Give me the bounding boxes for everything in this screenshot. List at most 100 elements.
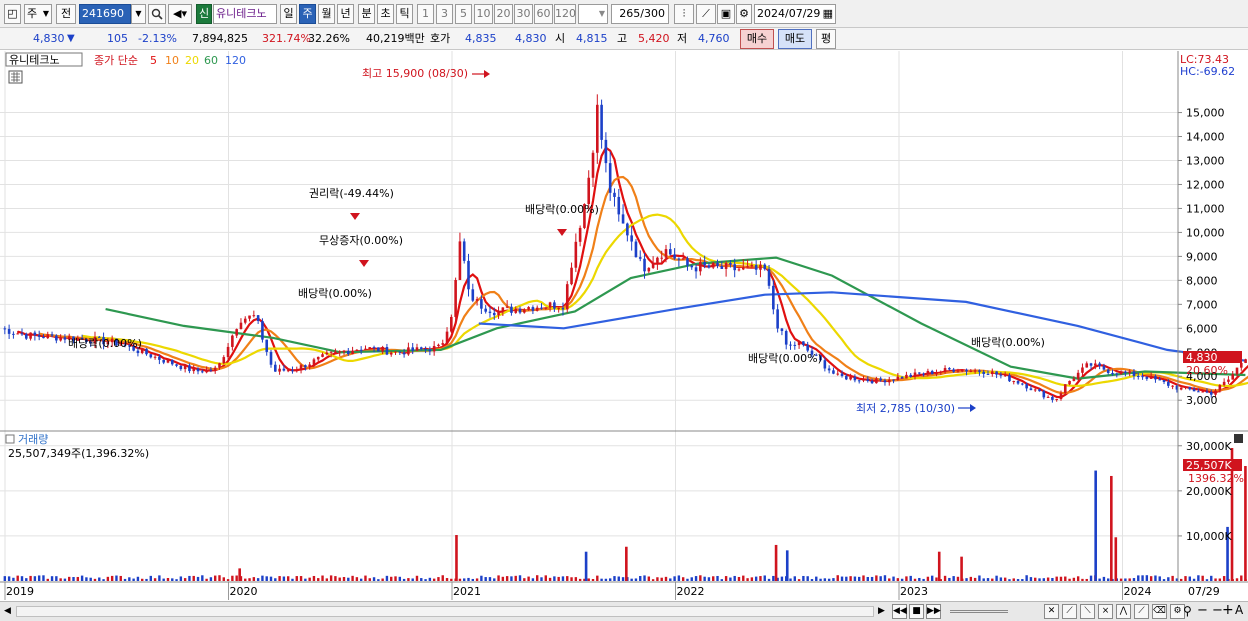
eraser-icon[interactable]: ⌫ bbox=[1152, 604, 1167, 619]
interval-custom-select[interactable]: ▼ bbox=[578, 4, 608, 24]
horizontal-scrollbar[interactable] bbox=[16, 606, 874, 617]
period-month-button[interactable]: 월 bbox=[318, 4, 335, 24]
price-tick-label: 10,000 bbox=[1186, 226, 1225, 239]
calendar-icon[interactable]: ▦ bbox=[823, 5, 833, 23]
draw-trend-icon[interactable]: ⟍ bbox=[1080, 604, 1095, 619]
candle-body bbox=[158, 356, 161, 360]
annotation-dividend-2024: 배당락(0.00%) bbox=[971, 336, 1045, 349]
volume-bar bbox=[759, 576, 762, 581]
stock-name-field[interactable]: 유니테크노 bbox=[213, 4, 277, 24]
volume-bar bbox=[1149, 576, 1153, 581]
interval-3-button[interactable]: 3 bbox=[436, 4, 453, 24]
period-minute-button[interactable]: 분 bbox=[358, 4, 375, 24]
volume-bar bbox=[647, 576, 651, 581]
draw-text-icon[interactable]: ⟋ bbox=[1134, 604, 1149, 619]
candle-body bbox=[518, 308, 522, 313]
volume-bar bbox=[613, 576, 616, 581]
zoom-search-icon[interactable]: ⚲ bbox=[1183, 604, 1192, 618]
stop-icon[interactable]: ■ bbox=[909, 604, 924, 619]
evaluate-button[interactable]: 평 bbox=[816, 29, 836, 49]
market-button[interactable]: 전 bbox=[56, 4, 76, 24]
volume-bar bbox=[651, 579, 655, 581]
volume-panel-toggle-icon[interactable] bbox=[5, 434, 15, 444]
rewind-icon[interactable]: ◀◀ bbox=[892, 604, 907, 619]
candle-body bbox=[630, 235, 633, 242]
volume-bar bbox=[587, 578, 590, 581]
draw-fib-icon[interactable]: ⨯ bbox=[1098, 604, 1113, 619]
volume-bar bbox=[969, 576, 973, 581]
candle-body bbox=[342, 351, 346, 353]
candle-type-icon[interactable]: ⫶ bbox=[674, 4, 694, 24]
candle-body bbox=[578, 227, 582, 242]
search-icon[interactable] bbox=[148, 4, 166, 24]
candle-body bbox=[553, 302, 556, 309]
volume-bar bbox=[892, 576, 895, 581]
fast-forward-icon[interactable]: ▶▶ bbox=[926, 604, 941, 619]
interval-20-button[interactable]: 20 bbox=[494, 4, 513, 24]
crosshair-icon[interactable]: ✕ bbox=[1044, 604, 1059, 619]
period-week-button[interactable]: 주 bbox=[299, 4, 316, 24]
zoom-out-icon[interactable]: − bbox=[1197, 603, 1208, 618]
interval-10-button[interactable]: 10 bbox=[474, 4, 493, 24]
volume-bar bbox=[115, 575, 118, 581]
save-icon[interactable]: ▣ bbox=[717, 4, 735, 24]
zoom-in-icon[interactable]: + bbox=[1222, 602, 1234, 618]
date-field[interactable]: 2024/07/29 ▦ bbox=[754, 4, 836, 24]
candle-body bbox=[209, 369, 213, 371]
candle-body bbox=[746, 266, 749, 268]
period-tick-button[interactable]: 틱 bbox=[396, 4, 413, 24]
volume-panel-close-icon[interactable] bbox=[1234, 434, 1243, 443]
volume-bar bbox=[913, 578, 917, 581]
candle-body bbox=[42, 336, 45, 339]
interval-5-button[interactable]: 5 bbox=[455, 4, 472, 24]
draw-channel-icon[interactable]: ⋀ bbox=[1116, 604, 1131, 619]
interval-30-button[interactable]: 30 bbox=[514, 4, 533, 24]
volume-bar bbox=[299, 576, 303, 581]
volume-bar bbox=[1137, 575, 1140, 581]
scroll-right-icon[interactable]: ▶ bbox=[878, 606, 885, 616]
stock-code-input[interactable]: 241690 bbox=[79, 4, 131, 24]
volume-bar bbox=[596, 575, 599, 581]
scroll-left-icon[interactable]: ◀ bbox=[4, 606, 11, 616]
volume-bar bbox=[291, 578, 294, 581]
gear-icon[interactable]: ⚙ bbox=[736, 4, 752, 24]
candle-body bbox=[527, 307, 530, 310]
volume-spike-bar bbox=[1110, 475, 1113, 581]
mode-select[interactable]: 주 ▼ bbox=[24, 4, 52, 24]
bar-count-field[interactable]: 265/300 bbox=[611, 4, 669, 24]
volume-bar bbox=[209, 577, 213, 581]
line-tool-icon[interactable]: ⟋ bbox=[696, 4, 716, 24]
volume-bar bbox=[1222, 576, 1226, 581]
volume-bar bbox=[368, 578, 371, 581]
period-year-button[interactable]: 년 bbox=[337, 4, 354, 24]
interval-1-button[interactable]: 1 bbox=[417, 4, 434, 24]
sell-button[interactable]: 매도 bbox=[778, 29, 812, 49]
draw-line-icon[interactable]: ⟋ bbox=[1062, 604, 1077, 619]
price-tick-label: 8,000 bbox=[1186, 274, 1218, 287]
candle-body bbox=[166, 359, 170, 363]
candle-body bbox=[505, 306, 509, 308]
period-second-button[interactable]: 초 bbox=[377, 4, 394, 24]
candle-body bbox=[162, 359, 165, 363]
auto-scale-icon[interactable]: A bbox=[1235, 603, 1243, 617]
speed-slider[interactable] bbox=[950, 610, 1008, 613]
volume-bar bbox=[746, 578, 749, 581]
volume-bar bbox=[1235, 578, 1239, 581]
interval-60-button[interactable]: 60 bbox=[534, 4, 553, 24]
candle-body bbox=[346, 351, 350, 355]
candle-body bbox=[1012, 381, 1016, 383]
period-day-button[interactable]: 일 bbox=[280, 4, 297, 24]
buy-button[interactable]: 매수 bbox=[740, 29, 774, 49]
code-dropdown-icon[interactable]: ▼ bbox=[131, 4, 146, 24]
candle-body bbox=[707, 265, 711, 268]
volume-bar bbox=[1184, 576, 1187, 581]
trade-amount: 40,219백만 bbox=[366, 32, 425, 45]
interval-120-button[interactable]: 120 bbox=[554, 4, 576, 24]
volume-bar bbox=[840, 576, 844, 581]
candle-body bbox=[1038, 389, 1041, 392]
speaker-icon[interactable]: ◀▾ bbox=[168, 4, 192, 24]
volume-bar bbox=[188, 575, 191, 581]
volume-bar bbox=[119, 575, 122, 581]
volume-bar bbox=[441, 575, 444, 581]
window-menu-icon[interactable]: ◰ bbox=[4, 4, 21, 24]
